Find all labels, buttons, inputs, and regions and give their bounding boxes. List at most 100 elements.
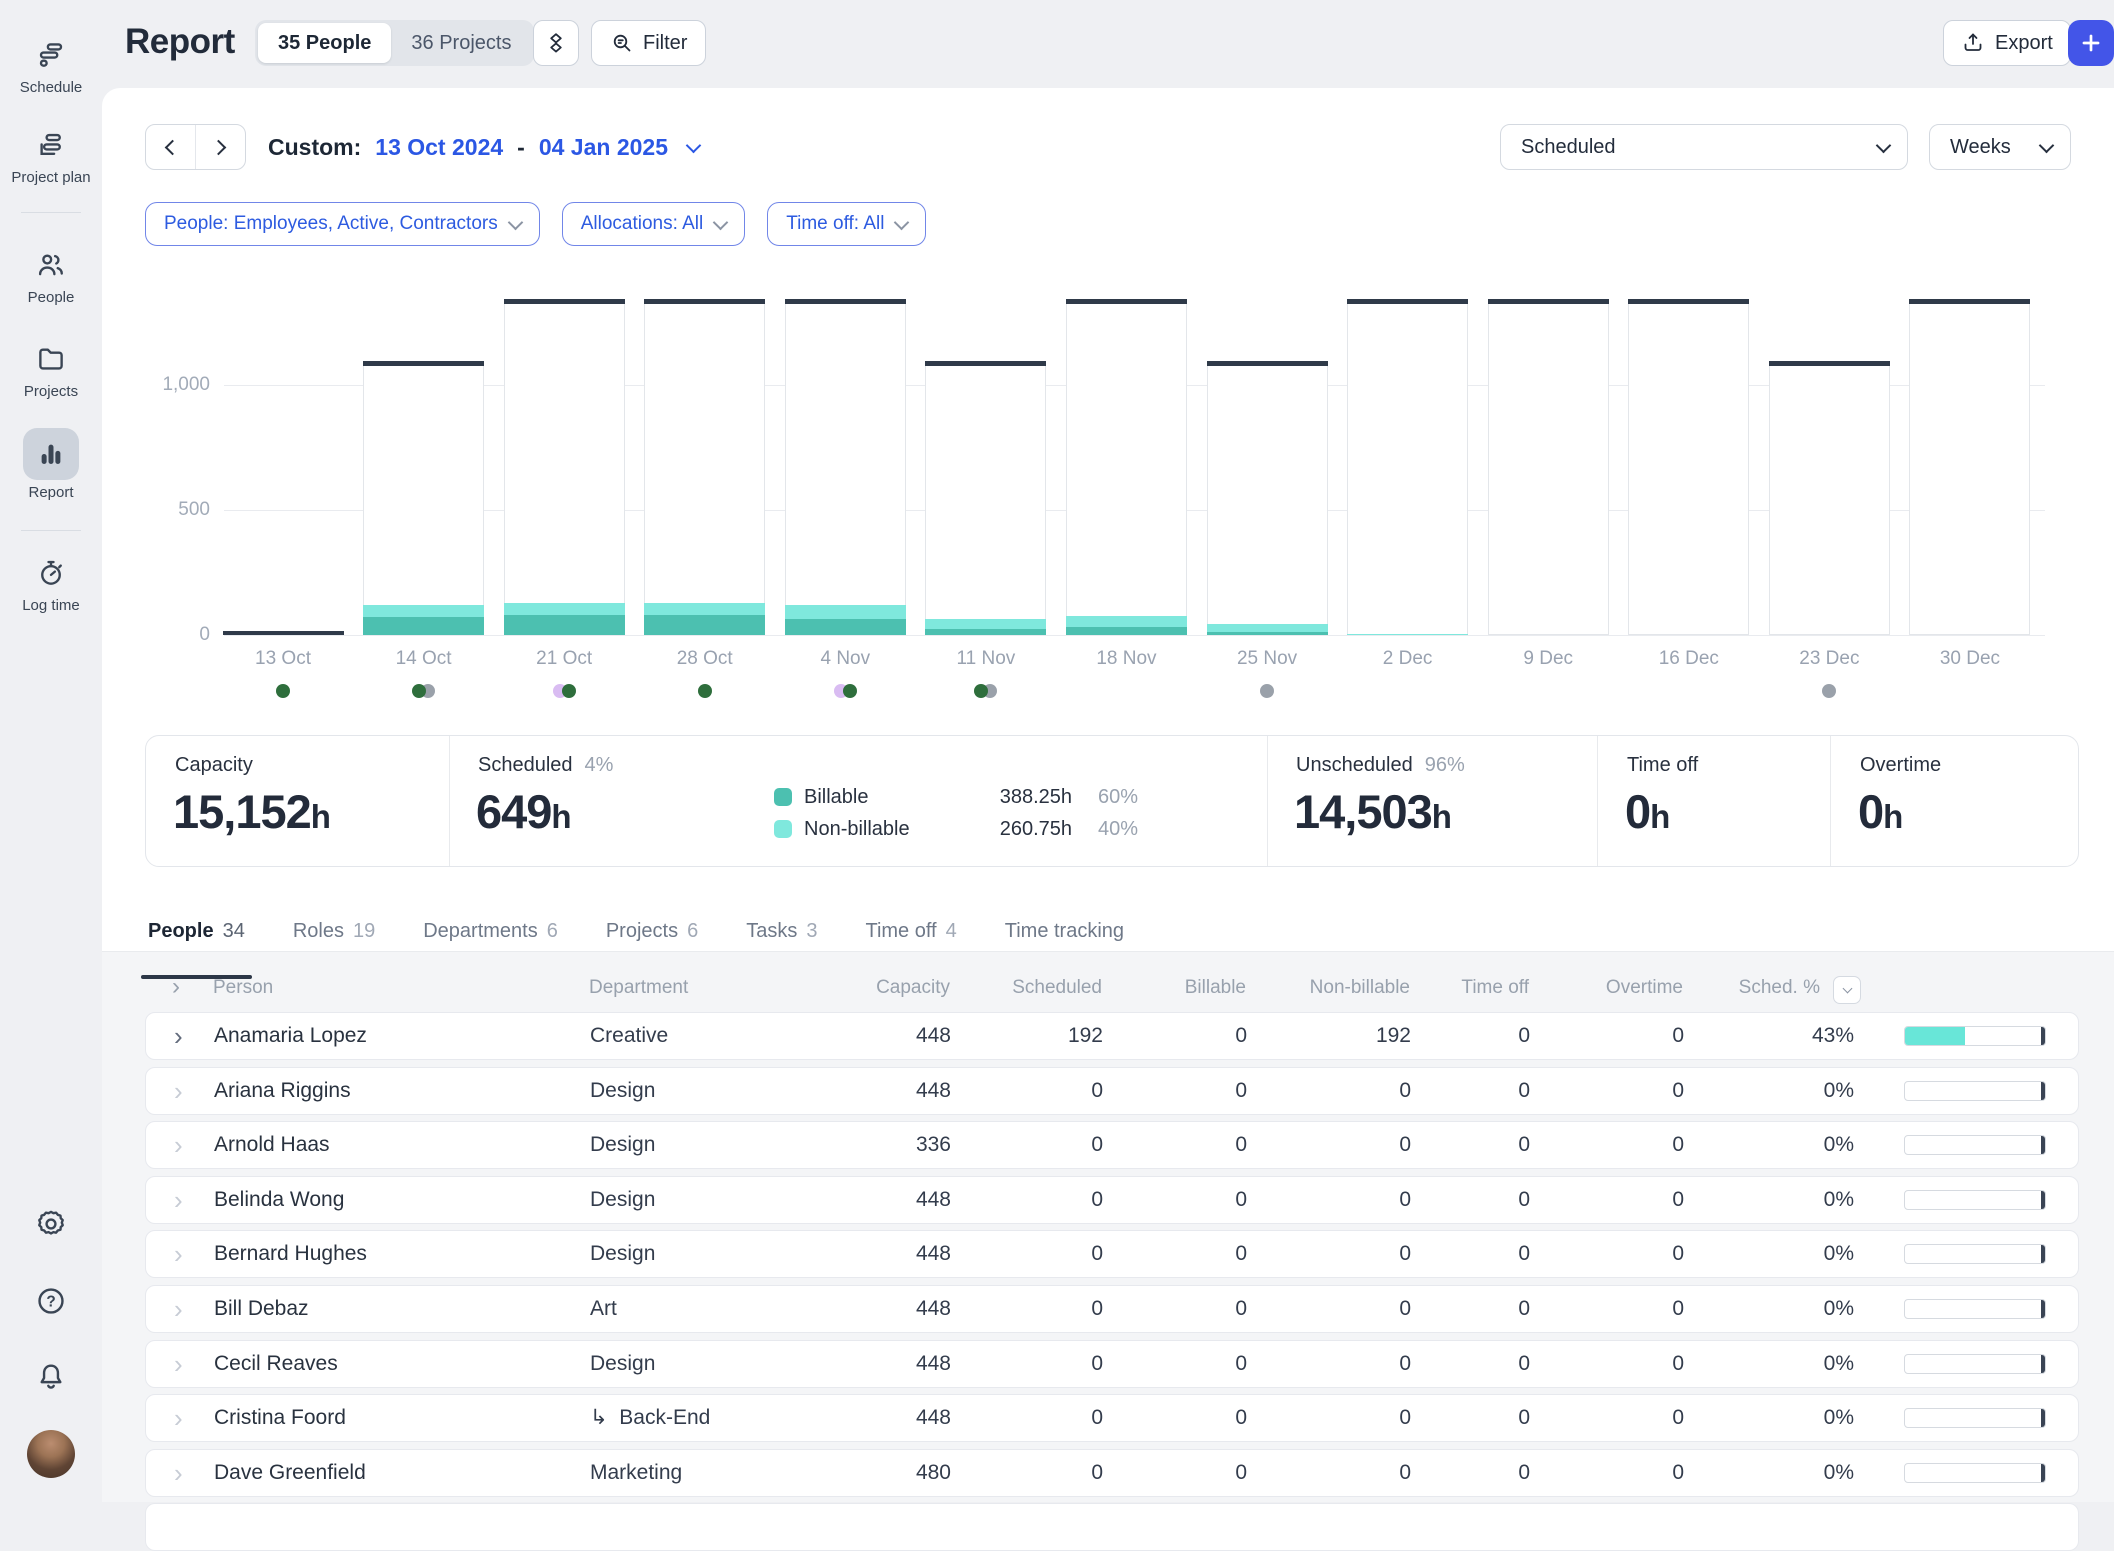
col-schedpct[interactable]: Sched. %	[1680, 975, 1820, 1001]
col-department[interactable]: Department	[589, 975, 688, 1001]
timeoff-filter-chip[interactable]: Time off: All	[767, 202, 926, 246]
row-expander-icon[interactable]: ›	[174, 1286, 183, 1332]
next-week-button[interactable]	[195, 125, 245, 169]
chevron-down-icon[interactable]	[686, 137, 702, 153]
week-markers	[1197, 684, 1337, 698]
col-scheduled[interactable]: Scheduled	[962, 975, 1102, 1001]
tab-people[interactable]: People34	[148, 920, 245, 945]
tab-count: 34	[223, 920, 245, 943]
tab-time-off[interactable]: Time off4	[865, 920, 956, 945]
sched-progress-bar	[1904, 1190, 2046, 1210]
sidebar-divider	[21, 530, 81, 531]
sidebar-item-schedule[interactable]: Schedule	[0, 38, 102, 96]
tab-count: 4	[946, 920, 957, 943]
tab-projects[interactable]: Projects6	[606, 920, 698, 945]
interval-select[interactable]: Weeks	[1929, 124, 2071, 170]
tab-label: Projects	[606, 920, 678, 943]
x-axis-label: 2 Dec	[1338, 648, 1478, 670]
row-expander-icon[interactable]: ›	[174, 1122, 183, 1168]
capacity-cap	[1769, 361, 1890, 366]
sidebar-item-notifications[interactable]	[0, 1360, 102, 1397]
row-expander-icon[interactable]: ›	[174, 1068, 183, 1114]
people-filter-chip[interactable]: People: Employees, Active, Contractors	[145, 202, 540, 246]
timeoff-value: 0	[1390, 1231, 1530, 1277]
tab-label: Time tracking	[1005, 920, 1124, 943]
col-timeoff[interactable]: Time off	[1389, 975, 1529, 1001]
table-row[interactable]: ›Arnold HaasDesign336000000%	[145, 1121, 2079, 1169]
chip-label: People: Employees, Active, Contractors	[164, 213, 498, 235]
scheduled-value: 0	[963, 1450, 1103, 1496]
sidebar-item-settings[interactable]	[0, 1208, 102, 1245]
scheduled-value: 0	[963, 1341, 1103, 1387]
column-options-button[interactable]	[1833, 976, 1861, 1004]
billable-segment	[785, 619, 906, 635]
capacity-bar[interactable]	[1347, 299, 1468, 635]
row-expander-icon[interactable]: ›	[174, 1013, 183, 1059]
date-end-link[interactable]: 04 Jan 2025	[539, 134, 668, 161]
table-row[interactable]: ›Bill DebazArt448000000%	[145, 1285, 2079, 1333]
table-row[interactable]: ›Ariana RigginsDesign448000000%	[145, 1067, 2079, 1115]
col-person[interactable]: Person	[213, 975, 273, 1001]
legend-pct: 40%	[1098, 818, 1138, 841]
sidebar-item-projects[interactable]: Projects	[0, 342, 102, 400]
tab-label: Roles	[293, 920, 344, 943]
sidebar-item-report[interactable]: Report	[0, 428, 102, 501]
sidebar-item-people[interactable]: People	[0, 248, 102, 306]
add-button[interactable]	[2068, 20, 2114, 66]
segment-projects[interactable]: 36 Projects	[391, 23, 531, 63]
user-avatar[interactable]	[0, 1430, 102, 1478]
capacity-bar[interactable]	[1488, 299, 1609, 635]
tab-departments[interactable]: Departments6	[423, 920, 558, 945]
capacity-bar[interactable]	[1909, 299, 2030, 635]
table-row[interactable]: ›Bernard HughesDesign448000000%	[145, 1230, 2079, 1278]
segment-people[interactable]: 35 People	[258, 23, 391, 63]
row-expander-icon[interactable]: ›	[174, 1341, 183, 1387]
row-expander-icon[interactable]: ›	[174, 1395, 183, 1441]
row-expander-icon[interactable]: ›	[174, 1177, 183, 1223]
row-expander-icon[interactable]: ›	[174, 1450, 183, 1496]
row-expander-icon[interactable]: ›	[174, 1231, 183, 1277]
capacity-bar[interactable]	[363, 361, 484, 635]
table-row[interactable]: ›Belinda WongDesign448000000%	[145, 1176, 2079, 1224]
table-row[interactable]: ›Cecil ReavesDesign448000000%	[145, 1340, 2079, 1388]
plus-icon	[2078, 30, 2104, 56]
capacity-bar[interactable]	[785, 299, 906, 635]
capacity-bar[interactable]	[504, 299, 625, 635]
sidebar-item-label: Log time	[0, 597, 102, 614]
col-billable[interactable]: Billable	[1106, 975, 1246, 1001]
allocations-filter-chip[interactable]: Allocations: All	[562, 202, 746, 246]
col-overtime[interactable]: Overtime	[1543, 975, 1683, 1001]
capacity-bar[interactable]	[1628, 299, 1749, 635]
capacity-bar[interactable]	[1066, 299, 1187, 635]
capacity-notch	[2041, 1245, 2045, 1263]
nonbillable-segment	[1347, 634, 1468, 636]
date-range: Custom: 13 Oct 2024 - 04 Jan 2025	[268, 124, 699, 170]
export-button[interactable]: Export	[1943, 20, 2071, 66]
capacity-bar[interactable]	[925, 361, 1046, 635]
sidebar-item-log-time[interactable]: Log time	[0, 556, 102, 614]
overtime-value: 0	[1544, 1177, 1684, 1223]
capacity-bar[interactable]	[1769, 361, 1890, 635]
timeoff-value: 0	[1390, 1395, 1530, 1441]
chevron-down-icon	[894, 214, 910, 230]
capacity-bar[interactable]	[1207, 361, 1328, 635]
table-row[interactable]: ›Anamaria LopezCreative44819201920043%	[145, 1012, 2079, 1060]
prev-week-button[interactable]	[146, 125, 195, 169]
metric-select[interactable]: Scheduled	[1500, 124, 1908, 170]
table-row[interactable]: ›Cristina Foord↳ Back-End448000000%	[145, 1394, 2079, 1442]
sidebar-item-help[interactable]: ?	[0, 1285, 102, 1322]
tab-time-tracking[interactable]: Time tracking	[1005, 920, 1124, 945]
legend-pct: 60%	[1098, 786, 1138, 809]
table-row[interactable]: ›Dave GreenfieldMarketing480000000%	[145, 1449, 2079, 1497]
date-start-link[interactable]: 13 Oct 2024	[375, 134, 503, 161]
capacity-bar[interactable]	[644, 299, 765, 635]
sidebar-item-project-plan[interactable]: Project plan	[0, 128, 102, 186]
header-expander-icon[interactable]: ›	[172, 975, 180, 999]
legend-row-nonbillable: Non-billable260.75h40%	[774, 816, 1138, 842]
capacity-bar[interactable]	[223, 631, 344, 635]
tab-tasks[interactable]: Tasks3	[746, 920, 817, 945]
group-by-button[interactable]	[533, 20, 579, 66]
col-capacity[interactable]: Capacity	[810, 975, 950, 1001]
filter-button[interactable]: Filter	[591, 20, 706, 66]
tab-roles[interactable]: Roles19	[293, 920, 375, 945]
